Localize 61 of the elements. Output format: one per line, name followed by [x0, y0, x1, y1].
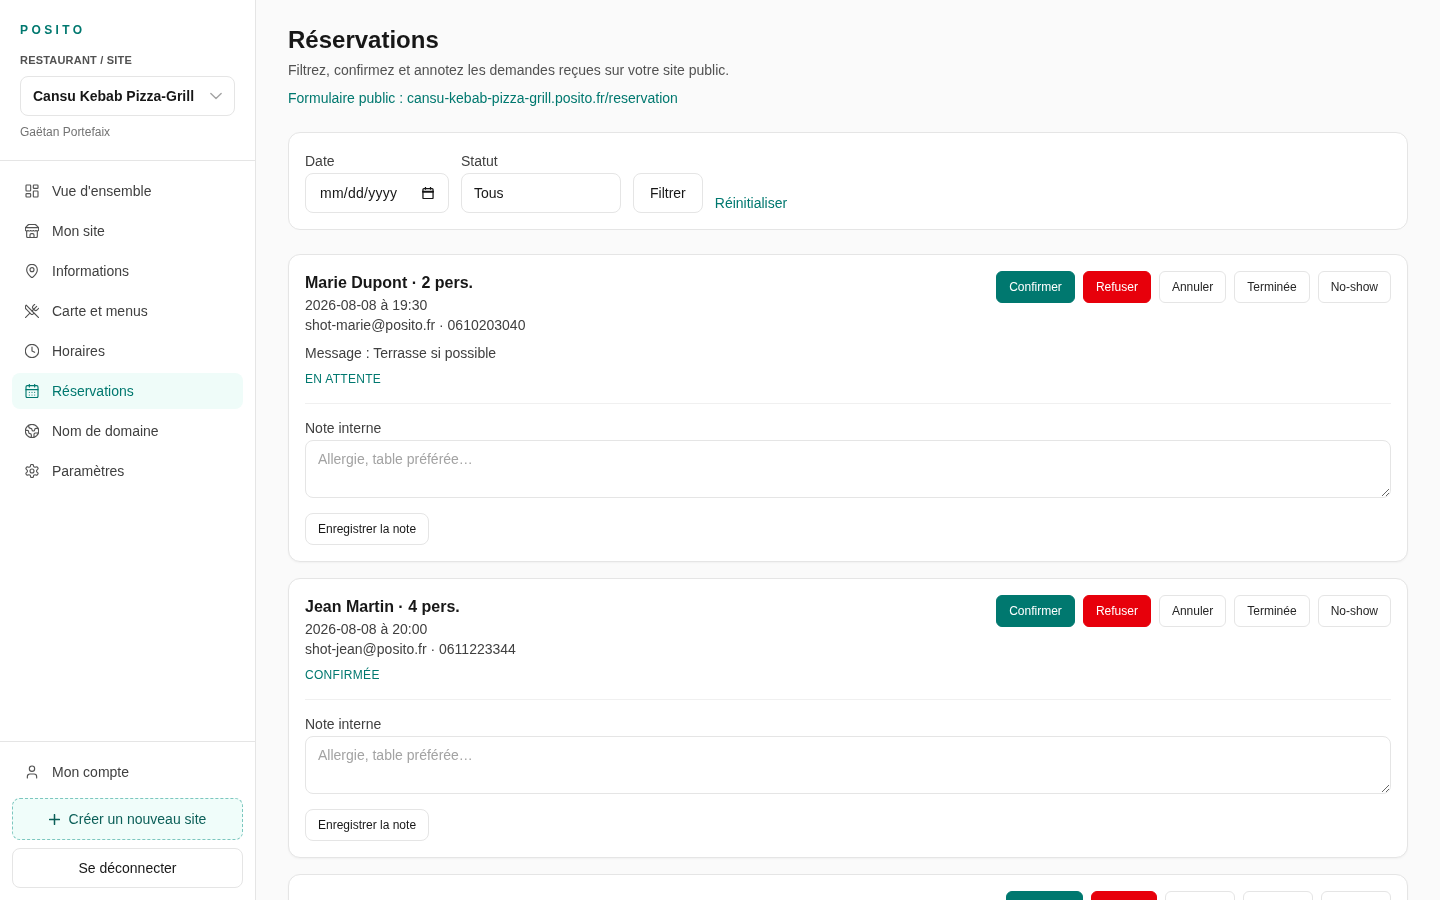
save-note-button[interactable]: Enregistrer la note [305, 513, 430, 545]
user-icon [25, 765, 39, 779]
field-label: Note interne [305, 419, 382, 438]
calendar-icon [25, 384, 39, 398]
clock-icon [25, 344, 39, 358]
nav-item[interactable]: Vue d'ensemble [12, 173, 243, 209]
page-subtitle: Filtrez, confirmez et annotez les demandes reçues sur votre site public. [288, 61, 730, 80]
reservation-contact: shot-jean@posito.fr · 0611223344 [305, 640, 516, 659]
dashboard-icon [25, 184, 39, 198]
reservation-contact: shot-marie@posito.fr · 0610203040 [305, 316, 526, 335]
owner-name: Gaëtan Portefaix [20, 124, 111, 140]
field-label: Note interne [305, 715, 382, 734]
action-button[interactable]: Confirmer [996, 271, 1075, 303]
reservation-title: Jean Martin · 4 pers. [305, 597, 460, 617]
reservation-message: Message : Terrasse si possible [305, 344, 497, 363]
calendar-icon [422, 187, 434, 199]
action-button[interactable]: Annuler [1158, 595, 1227, 627]
nav-item[interactable]: Mon site [12, 213, 243, 249]
action-button[interactable]: Refuser [1082, 595, 1151, 627]
public-form-link[interactable]: Formulaire public : cansu-kebab-pizza-grill.posito.fr/reservation [288, 88, 678, 108]
action-button[interactable]: Refuser [1082, 271, 1151, 303]
date-field[interactable]: mm/dd/yyyy [305, 173, 449, 213]
action-button[interactable]: No-show [1317, 595, 1391, 627]
action-button[interactable]: Confirmer [996, 595, 1075, 627]
page-title: Réservations [288, 25, 439, 55]
nav-item[interactable]: Carte et menus [12, 293, 243, 329]
create-site-button[interactable]: Créer un nouveau site [12, 798, 243, 840]
reservation-title: Marie Dupont · 2 pers. [305, 273, 474, 293]
action-button[interactable]: Terminée [1234, 271, 1310, 303]
note-field[interactable]: Allergie, table préférée… [305, 736, 1391, 794]
save-note-button[interactable]: Enregistrer la note [305, 809, 430, 841]
reservation-status: CONFIRMÉE [305, 667, 380, 683]
nav-item[interactable]: Nom de domaine [12, 413, 243, 449]
chevron-down-icon [210, 90, 222, 102]
field-label: Statut [461, 152, 498, 171]
action-button[interactable]: Terminée [1234, 595, 1310, 627]
reservation-status: EN ATTENTE [305, 371, 382, 387]
plus-icon [48, 813, 60, 825]
status-select[interactable]: Tous [461, 173, 621, 213]
section-label: RESTAURANT / SITE [20, 53, 132, 67]
action-button[interactable]: No-show [1317, 271, 1391, 303]
reservation-datetime: 2026-08-08 à 19:30 [305, 296, 428, 315]
reset-link[interactable]: Réinitialiser [714, 193, 788, 213]
settings-icon [25, 464, 39, 478]
site-select[interactable]: Cansu Kebab Pizza-Grill [20, 76, 235, 116]
account-link[interactable]: Mon compte [12, 754, 243, 790]
logout-button[interactable]: Se déconnecter [12, 848, 243, 888]
nav-item[interactable]: Informations [12, 253, 243, 289]
nav-item[interactable]: Horaires [12, 333, 243, 369]
store-icon [25, 224, 39, 238]
nav-item[interactable]: Réservations [12, 373, 243, 409]
field-label: Date [305, 152, 335, 171]
nav-item[interactable]: Paramètres [12, 453, 243, 489]
note-field[interactable]: Allergie, table préférée… [305, 440, 1391, 498]
filter-button[interactable]: Filtrer [633, 173, 703, 213]
action-button[interactable]: Annuler [1158, 271, 1227, 303]
reservation-datetime: 2026-08-08 à 20:00 [305, 620, 428, 639]
logo: POSITO [20, 23, 86, 37]
globe-icon [25, 424, 39, 438]
utensils-icon [25, 304, 39, 318]
map-pin-icon [25, 264, 39, 278]
